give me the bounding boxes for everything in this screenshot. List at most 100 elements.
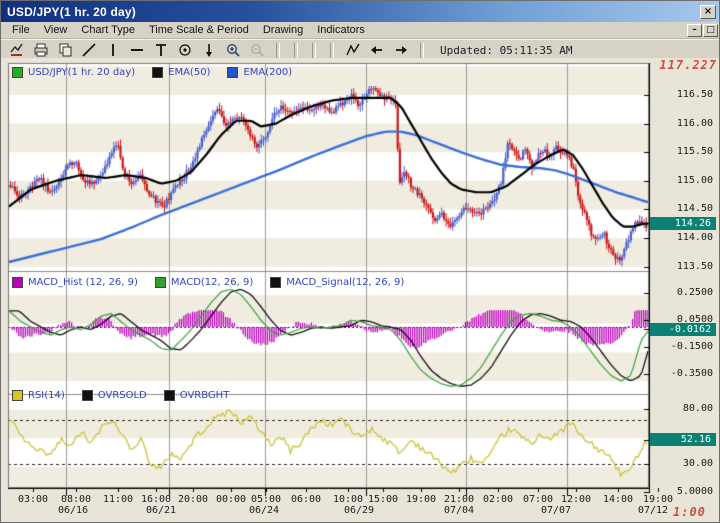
export-icon[interactable]: [5, 41, 29, 59]
time-axis-label: 02:00: [479, 494, 517, 505]
date-axis-label: 06/21: [142, 505, 180, 516]
date-axis-label: 06/29: [340, 505, 378, 516]
tool-buttons: [5, 41, 431, 59]
time-axis-label: 07:00: [519, 494, 557, 505]
date-axis-label: 07/07: [537, 505, 575, 516]
arrow-right-icon[interactable]: [389, 41, 413, 59]
date-axis-label: 06/16: [54, 505, 92, 516]
rsi-legend-item-0: RSI(14): [12, 390, 65, 401]
updated-timestamp: Updated: 05:11:35 AM: [440, 44, 572, 57]
rsi-current-value-chip: 52.16: [650, 433, 716, 446]
macd-axis-label: -0.3500: [651, 368, 713, 379]
zigzag-icon[interactable]: [341, 41, 365, 59]
menu-view[interactable]: View: [37, 23, 75, 37]
titlebar: USD/JPY(1 hr. 20 day) ×: [1, 1, 719, 22]
horizontal-line-icon[interactable]: [125, 41, 149, 59]
legend-label: RSI(14): [28, 390, 65, 401]
toolbar-separator: [276, 43, 280, 58]
legend-label: MACD(12, 26, 9): [171, 277, 253, 288]
price-current-value-chip: 114.26: [650, 217, 716, 230]
text-tool-icon[interactable]: [149, 41, 173, 59]
legend-label: OVRSOLD: [98, 390, 147, 401]
legend-swatch-icon: [82, 390, 93, 401]
time-axis-label: 14:00: [599, 494, 637, 505]
time-axis-label: 12:00: [557, 494, 595, 505]
toolbar-separator: [312, 43, 316, 58]
menu-indicators[interactable]: Indicators: [310, 23, 372, 37]
zoom-out-icon[interactable]: [245, 41, 269, 59]
time-axis-label: 08:00: [57, 494, 95, 505]
date-axis-label: 07/12: [634, 505, 672, 516]
menu-file[interactable]: File: [5, 23, 37, 37]
menu-time-scale-period[interactable]: Time Scale & Period: [142, 23, 256, 37]
macd-legend-item-1: MACD(12, 26, 9): [155, 277, 253, 288]
legend-swatch-icon: [12, 277, 23, 288]
price-axis-label: 115.00: [651, 175, 713, 186]
toolbar: Updated: 05:11:35 AM: [1, 39, 719, 60]
minimize-button[interactable]: –: [687, 24, 702, 37]
time-axis-label: 03:00: [14, 494, 52, 505]
macd-legend: MACD_Hist (12, 26, 9) MACD(12, 26, 9) MACD…: [12, 277, 404, 288]
restore-button[interactable]: □: [703, 24, 718, 37]
time-axis-label: 05:00: [247, 494, 285, 505]
time-axis-label: 11:00: [99, 494, 137, 505]
legend-label: OVRBGHT: [180, 390, 230, 401]
legend-label: EMA(200): [243, 67, 292, 78]
time-axis-label: 15:00: [364, 494, 402, 505]
legend-label: MACD_Signal(12, 26, 9): [286, 277, 404, 288]
price-legend-item-1: EMA(50): [152, 67, 210, 78]
menu-chart-type[interactable]: Chart Type: [74, 23, 142, 37]
date-axis-label: 07/04: [440, 505, 478, 516]
copy-icon[interactable]: [53, 41, 77, 59]
rsi-axis-label: 30.00: [651, 458, 713, 469]
price-legend: USD/JPY(1 hr. 20 day) EMA(50) EMA(200): [12, 67, 292, 78]
legend-swatch-icon: [12, 67, 23, 78]
toolbar-separator: [330, 43, 334, 58]
legend-swatch-icon: [270, 277, 281, 288]
rsi-legend-item-2: OVRBGHT: [164, 390, 230, 401]
time-axis-label: 10:00: [329, 494, 367, 505]
price-axis-label: 113.50: [651, 261, 713, 272]
price-axis-label: 114.50: [651, 203, 713, 214]
vertical-line-icon[interactable]: [101, 41, 125, 59]
price-legend-item-2: EMA(200): [227, 67, 292, 78]
zoom-in-icon[interactable]: [221, 41, 245, 59]
legend-label: USD/JPY(1 hr. 20 day): [28, 67, 135, 78]
date-axis-label: 06/24: [245, 505, 283, 516]
macd-legend-item-2: MACD_Signal(12, 26, 9): [270, 277, 404, 288]
macd-axis-label: 0.2500: [651, 287, 713, 298]
legend-swatch-icon: [152, 67, 163, 78]
price-axis-label: 116.00: [651, 118, 713, 129]
lcd-countdown-display: 1:00: [673, 505, 706, 519]
menu-drawing[interactable]: Drawing: [256, 23, 310, 37]
time-axis-label: 20:00: [174, 494, 212, 505]
time-axis-label: 19:00: [639, 494, 677, 505]
legend-swatch-icon: [164, 390, 175, 401]
legend-label: MACD_Hist (12, 26, 9): [28, 277, 138, 288]
time-axis-label: 21:00: [440, 494, 478, 505]
rsi-axis-label: 80.00: [651, 403, 713, 414]
window-title: USD/JPY(1 hr. 20 day): [7, 5, 700, 19]
rsi-legend-item-1: OVRSOLD: [82, 390, 147, 401]
legend-swatch-icon: [155, 277, 166, 288]
arrow-left-icon[interactable]: [365, 41, 389, 59]
macd-current-value-chip: -0.0162: [650, 323, 716, 336]
price-axis-label: 116.50: [651, 89, 713, 100]
print-icon[interactable]: [29, 41, 53, 59]
toolbar-separator: [294, 43, 298, 58]
macd-axis-label: -0.1500: [651, 341, 713, 352]
mdi-buttons: – □: [687, 24, 719, 37]
close-button[interactable]: ×: [700, 5, 716, 19]
point-icon[interactable]: [173, 41, 197, 59]
price-axis-label: 115.50: [651, 146, 713, 157]
toolbar-separator: [420, 43, 424, 58]
trendline-icon[interactable]: [77, 41, 101, 59]
legend-swatch-icon: [12, 390, 23, 401]
time-axis-label: 16:00: [137, 494, 175, 505]
lcd-price-display: 117.227: [653, 58, 717, 72]
menu-items: FileViewChart TypeTime Scale & PeriodDra…: [5, 23, 372, 37]
arrow-down-icon[interactable]: [197, 41, 221, 59]
time-axis-label: 00:00: [212, 494, 250, 505]
chart-area: USD/JPY(1 hr. 20 day) EMA(50) EMA(200) MACD…: [1, 58, 720, 523]
time-axis-label: 06:00: [287, 494, 325, 505]
